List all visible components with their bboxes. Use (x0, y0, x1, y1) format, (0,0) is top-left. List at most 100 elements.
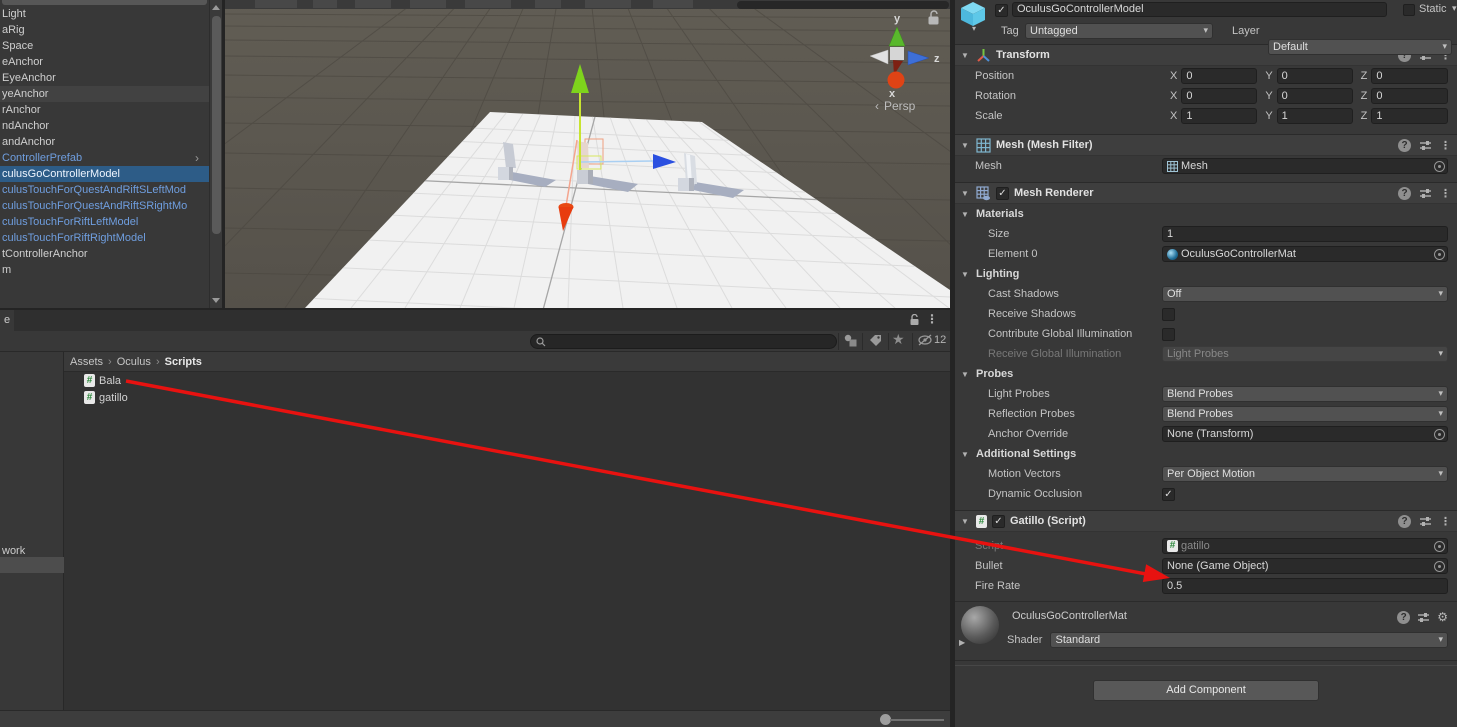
scale-y-field[interactable]: 1 (1277, 108, 1353, 124)
hierarchy-item[interactable]: eAnchor (0, 54, 209, 70)
scene-canvas[interactable]: y z x ‹ Persp (225, 0, 950, 308)
presets-icon[interactable] (1419, 515, 1432, 528)
layer-dropdown[interactable]: Default▾ (1268, 39, 1452, 55)
scrollbar-thumb[interactable] (212, 16, 221, 234)
element0-object-field[interactable]: OculusGoControllerMat (1162, 246, 1448, 262)
hierarchy-item-selected[interactable]: culusGoControllerModel (0, 166, 209, 182)
presets-icon[interactable] (1419, 187, 1432, 200)
gatillo-script-header[interactable]: ▼ # ✓ Gatillo (Script) ? ⋮ (955, 510, 1457, 532)
scale-z-field[interactable]: 1 (1371, 108, 1448, 124)
contribute-gi-checkbox[interactable] (1162, 328, 1175, 341)
static-dropdown-arrow[interactable]: ▾ (1452, 3, 1457, 14)
object-picker-icon[interactable] (1434, 249, 1445, 260)
fire-rate-field[interactable]: 0.5 (1162, 578, 1448, 594)
search-by-type-icon[interactable] (843, 333, 858, 351)
material-fold-icon[interactable]: ▶ (959, 638, 965, 647)
search-by-label-icon[interactable] (868, 333, 883, 351)
materials-foldout[interactable]: ▼Materials (955, 204, 1457, 224)
scene-view[interactable]: y z x ‹ Persp (225, 0, 950, 308)
cast-shadows-dropdown[interactable]: Off▾ (1162, 286, 1448, 302)
hierarchy-scrollbar[interactable] (209, 0, 222, 308)
static-checkbox[interactable] (1403, 4, 1415, 16)
project-tab[interactable]: e (0, 310, 14, 331)
hierarchy-item-controller-prefab[interactable]: ControllerPrefab› (0, 150, 209, 166)
presets-icon[interactable] (1417, 611, 1430, 624)
icon-dropdown-arrow[interactable]: ▾ (972, 24, 976, 33)
position-x-field[interactable]: 0 (1181, 68, 1257, 84)
mesh-filter-header[interactable]: ▼ Mesh (Mesh Filter) ? ⋮ (955, 134, 1457, 156)
scene-search-field[interactable] (737, 1, 949, 9)
object-picker-icon[interactable] (1434, 429, 1445, 440)
tree-item[interactable]: work (2, 545, 25, 557)
object-picker-icon[interactable] (1434, 541, 1445, 552)
fold-icon[interactable]: ▼ (961, 141, 971, 150)
breadcrumb-scripts[interactable]: Scripts (165, 356, 202, 368)
reflection-probes-dropdown[interactable]: Blend Probes▾ (1162, 406, 1448, 422)
dynamic-occlusion-checkbox[interactable]: ✓ (1162, 488, 1175, 501)
anchor-override-field[interactable]: None (Transform) (1162, 426, 1448, 442)
project-folder-tree[interactable]: work (0, 352, 64, 710)
materials-size-field[interactable]: 1 (1162, 226, 1448, 242)
search-input[interactable] (530, 334, 837, 349)
mesh-renderer-header[interactable]: ▼ ✓ Mesh Renderer ? ⋮ (955, 182, 1457, 204)
hierarchy-item[interactable]: yeAnchor (0, 86, 209, 102)
breadcrumb-assets[interactable]: Assets (70, 356, 103, 368)
light-probes-dropdown[interactable]: Blend Probes▾ (1162, 386, 1448, 402)
file-item-gatillo[interactable]: # gatillo (64, 389, 950, 406)
rotation-y-field[interactable]: 0 (1277, 88, 1353, 104)
object-picker-icon[interactable] (1434, 561, 1445, 572)
hierarchy-item[interactable]: aRig (0, 22, 209, 38)
hierarchy-item[interactable]: EyeAnchor (0, 70, 209, 86)
hierarchy-item[interactable]: culusTouchForQuestAndRiftSLeftMod (0, 182, 209, 198)
kebab-menu-icon[interactable]: ⋮ (1440, 515, 1451, 528)
position-z-field[interactable]: 0 (1371, 68, 1448, 84)
hierarchy-item[interactable]: Light (0, 6, 209, 22)
object-picker-icon[interactable] (1434, 161, 1445, 172)
bullet-object-field[interactable]: None (Game Object) (1162, 558, 1448, 574)
gatillo-checkbox[interactable]: ✓ (992, 515, 1005, 528)
lock-icon[interactable] (909, 314, 920, 330)
hierarchy-item[interactable]: culusTouchForRiftLeftModel (0, 214, 209, 230)
kebab-menu-icon[interactable]: ⋮ (1440, 139, 1451, 152)
kebab-menu-icon[interactable]: ⋮ (926, 312, 938, 326)
help-icon[interactable]: ? (1398, 515, 1411, 528)
shader-dropdown[interactable]: Standard▾ (1050, 632, 1448, 648)
zoom-slider-track[interactable] (890, 719, 944, 721)
gameobject-name-field[interactable]: OculusGoControllerModel (1012, 2, 1387, 17)
scroll-down-icon[interactable] (212, 298, 220, 303)
hierarchy-item[interactable]: Space (0, 38, 209, 54)
rotation-z-field[interactable]: 0 (1371, 88, 1448, 104)
hidden-count-eye-icon[interactable] (917, 333, 934, 350)
probes-foldout[interactable]: ▼Probes (955, 364, 1457, 384)
tree-selected-row[interactable] (0, 557, 64, 573)
hierarchy-item[interactable]: andAnchor (0, 134, 209, 150)
axis-center-cube[interactable] (890, 47, 904, 60)
fold-icon[interactable]: ▼ (961, 189, 971, 198)
breadcrumb-oculus[interactable]: Oculus (117, 356, 151, 368)
hierarchy-item[interactable]: ndAnchor (0, 118, 209, 134)
lighting-foldout[interactable]: ▼Lighting (955, 264, 1457, 284)
rotation-x-field[interactable]: 0 (1181, 88, 1257, 104)
static-label[interactable]: Static (1419, 3, 1447, 15)
motion-vectors-dropdown[interactable]: Per Object Motion▾ (1162, 466, 1448, 482)
receive-shadows-checkbox[interactable] (1162, 308, 1175, 321)
scroll-up-icon[interactable] (212, 5, 220, 10)
scene-toolbar-strip[interactable] (225, 0, 950, 9)
fold-icon[interactable]: ▼ (961, 517, 971, 526)
presets-icon[interactable] (1419, 139, 1432, 152)
mesh-object-field[interactable]: Mesh (1162, 158, 1448, 174)
additional-settings-foldout[interactable]: ▼Additional Settings (955, 444, 1457, 464)
material-preview-sphere[interactable] (961, 606, 999, 644)
mesh-renderer-checkbox[interactable]: ✓ (996, 187, 1009, 200)
axis-x-sphere[interactable] (888, 72, 905, 89)
add-component-button[interactable]: Add Component (1093, 680, 1319, 701)
help-icon[interactable]: ? (1397, 611, 1410, 624)
persp-label[interactable]: Persp (884, 99, 916, 113)
hierarchy-item[interactable]: tControllerAnchor (0, 246, 209, 262)
active-checkbox[interactable]: ✓ (995, 4, 1008, 17)
fold-icon[interactable]: ▼ (961, 51, 971, 60)
scale-x-field[interactable]: 1 (1181, 108, 1257, 124)
gear-icon[interactable]: ⚙ (1437, 610, 1448, 624)
project-file-area[interactable]: Assets › Oculus › Scripts # Bala # gatil… (64, 352, 950, 710)
help-icon[interactable]: ? (1398, 139, 1411, 152)
